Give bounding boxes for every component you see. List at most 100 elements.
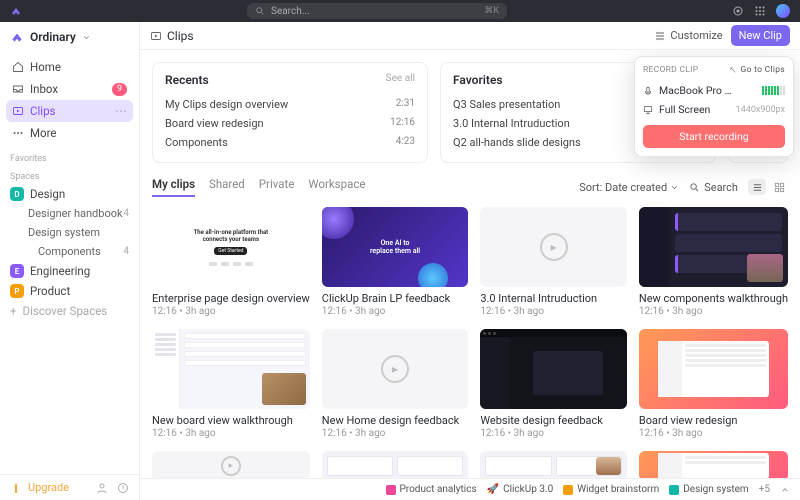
search-icon — [255, 6, 265, 16]
space-design-icon: D — [10, 187, 24, 201]
recents-panel: Recents See all My Clips design overview… — [152, 62, 428, 163]
space-design-label: Design — [30, 187, 65, 201]
clip-thumbnail — [639, 207, 788, 287]
clip-card[interactable]: New components walkthrough 12:16 • 3h ag… — [639, 207, 788, 317]
sliders-icon — [654, 30, 666, 42]
clips-toolbar: My clips Shared Private Workspace Sort: … — [152, 177, 788, 197]
space-engineering[interactable]: E Engineering — [0, 261, 139, 281]
app-topbar: Search... ⌘K — [0, 0, 800, 22]
plus-icon: + — [10, 304, 17, 318]
tab-shared[interactable]: Shared — [209, 177, 245, 197]
user-avatar[interactable] — [776, 4, 790, 18]
space-design[interactable]: D Design — [0, 184, 139, 204]
customize-button[interactable]: Customize — [654, 29, 722, 42]
help-icon[interactable]: ? — [117, 482, 129, 494]
space-product-icon: P — [10, 284, 24, 298]
grid-apps-icon[interactable] — [754, 5, 766, 17]
clip-thumbnail — [322, 451, 469, 478]
clip-card[interactable]: ▸ — [152, 451, 310, 478]
record-clip-popover: RECORD CLIP Go to Clips MacBook Pro Micr… — [634, 56, 794, 157]
clip-thumbnail: ▸ — [322, 329, 469, 409]
clip-card[interactable]: ▸ New Home design feedback 12:16 • 3h ag… — [322, 329, 469, 439]
page-title: Clips — [167, 29, 194, 43]
sidebar: Ordinary Home Inbox 9 Clips ⋯ More — [0, 22, 140, 500]
start-recording-button[interactable]: Start recording — [643, 125, 785, 148]
clips-grid: The all-in-one platform thatconnects you… — [152, 207, 788, 478]
search-shortcut: ⌘K — [484, 6, 499, 16]
clip-thumbnail — [639, 329, 788, 409]
nav-clips-label: Clips — [30, 104, 55, 118]
screen-source-row[interactable]: Full Screen 1440x900px — [643, 100, 785, 119]
list-view-button[interactable] — [748, 179, 766, 195]
clip-thumbnail — [480, 451, 627, 478]
clip-card[interactable]: ▸ 3.0 Internal Intruduction 12:16 • 3h a… — [480, 207, 627, 317]
tray-item[interactable]: 🚀ClickUp 3.0 — [487, 484, 554, 495]
nav-clips[interactable]: Clips ⋯ — [6, 100, 133, 122]
tab-private[interactable]: Private — [259, 177, 295, 197]
recents-title: Recents — [165, 73, 209, 87]
audio-level-icon — [762, 86, 785, 95]
folder-design-system[interactable]: Design system — [0, 223, 139, 242]
rocket-icon: 🚀 — [487, 484, 499, 495]
space-product[interactable]: P Product — [0, 281, 139, 301]
clip-thumbnail: ▸ — [480, 207, 627, 287]
external-link-icon — [729, 66, 737, 74]
folder-designer-handbook[interactable]: Designer handbook 4 — [0, 204, 139, 223]
workspace-switcher[interactable]: Ordinary — [0, 22, 139, 52]
global-search[interactable]: Search... ⌘K — [247, 3, 507, 19]
recent-item[interactable]: Components4:23 — [165, 133, 415, 152]
tray-bar: Product analytics 🚀ClickUp 3.0 Widget br… — [140, 478, 800, 500]
upgrade-icon[interactable] — [10, 482, 22, 494]
tray-item[interactable]: Design system — [669, 484, 748, 495]
clips-menu-icon[interactable]: ⋯ — [115, 104, 127, 118]
new-clip-button[interactable]: New Clip — [731, 25, 790, 46]
tab-my-clips[interactable]: My clips — [152, 177, 195, 197]
tray-more[interactable]: +5 — [759, 484, 770, 495]
record-clip-label: RECORD CLIP — [643, 65, 698, 75]
chevron-up-icon[interactable] — [780, 485, 790, 495]
invite-icon[interactable] — [97, 482, 109, 494]
record-icon[interactable] — [732, 5, 744, 17]
clip-card[interactable] — [639, 451, 788, 478]
recent-item[interactable]: My Clips design overview2:31 — [165, 95, 415, 114]
clip-card[interactable] — [322, 451, 469, 478]
page-header: Clips Customize New Clip — [140, 22, 800, 50]
audio-source-row[interactable]: MacBook Pro Micro... — [643, 81, 785, 100]
search-clips[interactable]: Search — [689, 181, 738, 194]
list-components[interactable]: Components 4 — [0, 242, 139, 261]
nav-inbox[interactable]: Inbox 9 — [6, 78, 133, 100]
space-engineering-label: Engineering — [30, 264, 90, 278]
clip-card[interactable]: Website design feedback 12:16 • 3h ago — [480, 329, 627, 439]
nav-more-label: More — [30, 126, 57, 140]
search-icon — [689, 182, 700, 193]
more-icon — [12, 127, 24, 139]
nav-home-label: Home — [30, 60, 61, 74]
tab-workspace[interactable]: Workspace — [308, 177, 365, 197]
sort-dropdown[interactable]: Sort: Date created — [579, 181, 679, 194]
upgrade-button[interactable]: Upgrade — [28, 481, 69, 494]
tray-item[interactable]: Product analytics — [386, 484, 477, 495]
recents-seeall[interactable]: See all — [386, 73, 415, 87]
chevron-down-icon — [82, 33, 91, 42]
tray-item[interactable]: Widget brainstorm — [563, 484, 659, 495]
mic-icon — [643, 86, 653, 96]
clip-card[interactable]: The all-in-one platform thatconnects you… — [152, 207, 310, 317]
clip-card[interactable] — [480, 451, 627, 478]
go-to-clips-link[interactable]: Go to Clips — [729, 65, 785, 75]
clip-thumbnail — [152, 329, 310, 409]
play-icon: ▸ — [540, 233, 568, 261]
discover-spaces[interactable]: + Discover Spaces — [0, 301, 139, 321]
clip-thumbnail: The all-in-one platform thatconnects you… — [152, 207, 310, 287]
play-icon: ▸ — [381, 355, 409, 383]
clip-card[interactable]: Board view redesign 12:16 • 3h ago — [639, 329, 788, 439]
clip-card[interactable]: One AI toreplace them all ClickUp Brain … — [322, 207, 469, 317]
space-engineering-icon: E — [10, 264, 24, 278]
clips-page-icon — [150, 30, 162, 42]
recent-item[interactable]: Board view redesign12:16 — [165, 114, 415, 133]
nav-inbox-label: Inbox — [30, 82, 58, 96]
nav-home[interactable]: Home — [6, 56, 133, 78]
nav-more[interactable]: More — [6, 122, 133, 144]
grid-view-button[interactable] — [770, 179, 788, 195]
clip-card[interactable]: New board view walkthrough 12:16 • 3h ag… — [152, 329, 310, 439]
clickup-logo-icon — [10, 5, 22, 17]
